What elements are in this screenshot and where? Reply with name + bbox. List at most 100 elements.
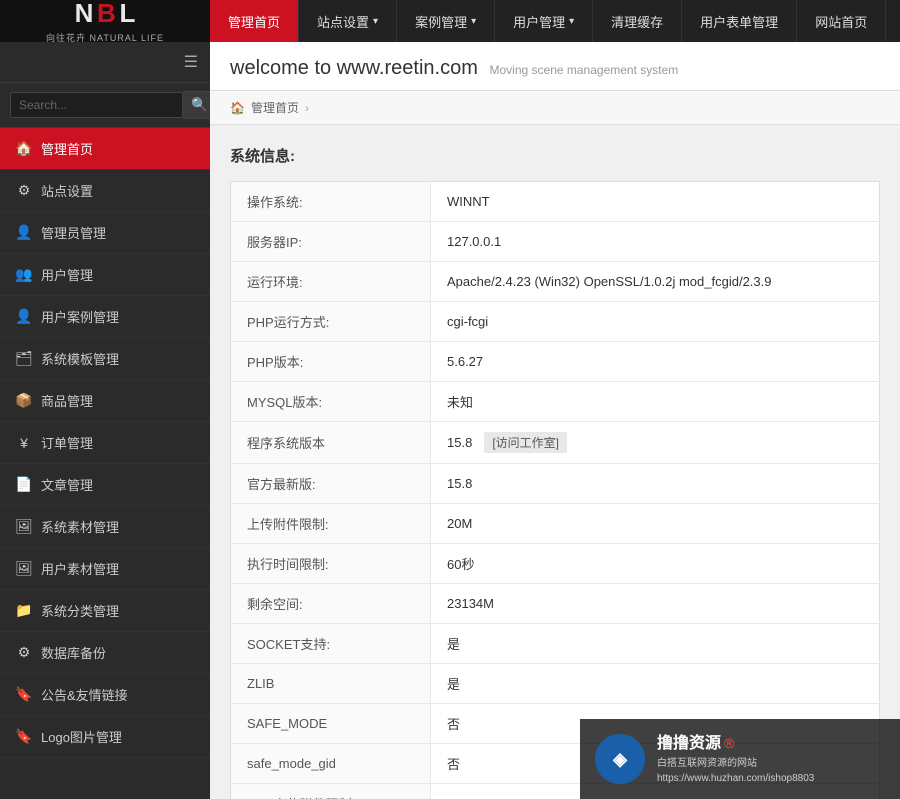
table-key-4: PHP版本: [231,342,431,382]
table-row: 操作系统:WINNT [231,182,880,222]
table-row: 服务器IP:127.0.0.1 [231,222,880,262]
table-value-3: cgi-fcgi [431,302,880,342]
watermark-title: 撸撸资源 [657,735,721,752]
table-key-11: SOCKET支持: [231,624,431,664]
table-value-4: 5.6.27 [431,342,880,382]
sidebar-icon-5: 🗂 [15,350,33,367]
table-key-1: 服务器IP: [231,222,431,262]
sidebar-item-14[interactable]: 🔖Logo图片管理 [0,716,210,758]
top-nav-items: 管理首页站点设置 ▾案例管理 ▾用户管理 ▾清理缓存用户表单管理网站首页 [210,0,900,42]
sidebar-label-14: Logo图片管理 [41,727,122,746]
sidebar-item-4[interactable]: 👤 用户案例管理 [0,296,210,338]
sidebar-item-8[interactable]: 📄文章管理 [0,464,210,506]
welcome-title: welcome to www.reetin.com [230,57,478,79]
sidebar-label-6: 商品管理 [41,391,93,410]
table-value-0: WINNT [431,182,880,222]
logo: N B L 向往花卉 NATURAL LIFE [0,0,210,42]
caret-icon: ▾ [569,16,574,27]
top-nav-item-网站首页[interactable]: 网站首页 [797,0,886,42]
visit-link-6[interactable]: [访问工作室] [484,432,567,453]
sidebar-item-9[interactable]: 🖼系统素材管理 [0,506,210,548]
caret-icon: ▾ [471,16,476,27]
sidebar-icon-3: 👥 [15,266,33,283]
welcome-subtitle: Moving scene management system [490,63,679,77]
top-navigation: N B L 向往花卉 NATURAL LIFE 管理首页站点设置 ▾案例管理 ▾… [0,0,900,42]
search-box: 🔍 [0,83,210,128]
sidebar-icon-4: 👤 [15,308,33,325]
table-key-9: 执行时间限制: [231,544,431,584]
sidebar-icon-8: 📄 [15,476,33,493]
sidebar: ☰ 🔍 🏠管理首页⚙站点设置👤管理员管理👥用户管理👤用户案例管理🗂系统模板管理📦… [0,42,210,799]
sidebar-item-12[interactable]: ⚙ 数据库备份 [0,632,210,674]
table-key-0: 操作系统: [231,182,431,222]
table-key-5: MYSQL版本: [231,382,431,422]
sidebar-item-10[interactable]: 🖼 用户素材管理 [0,548,210,590]
home-icon: 🏠 [230,101,245,115]
top-nav-item-站点设置[interactable]: 站点设置 ▾ [299,0,397,42]
table-key-12: ZLIB [231,664,431,704]
sidebar-item-6[interactable]: 📦商品管理 [0,380,210,422]
table-value-11: 是 [431,624,880,664]
top-nav-item-案例管理[interactable]: 案例管理 ▾ [397,0,495,42]
sidebar-label-13: 公告&友情链接 [41,685,128,704]
sidebar-label-12: 数据库备份 [41,643,106,662]
table-key-15: PHP上传附件限制 [231,784,431,799]
caret-icon: ▾ [373,16,378,27]
sidebar-item-2[interactable]: 👤 管理员管理 [0,212,210,254]
top-nav-item-清理缓存[interactable]: 清理缓存 [593,0,682,42]
breadcrumb-separator: › [305,101,309,115]
sidebar-icon-12: ⚙ [15,644,33,661]
sidebar-label-9: 系统素材管理 [41,517,119,536]
table-key-2: 运行环境: [231,262,431,302]
sidebar-icon-2: 👤 [15,224,33,241]
search-input[interactable] [10,92,183,118]
table-row: 剩余空间:23134M [231,584,880,624]
table-value-2: Apache/2.4.23 (Win32) OpenSSL/1.0.2j mod… [431,262,880,302]
watermark-reg: ® [724,735,734,751]
table-key-14: safe_mode_gid [231,744,431,784]
table-value-6: 15.8[访问工作室] [431,422,880,464]
sidebar-icon-7: ¥ [15,435,33,451]
sidebar-nav: 🏠管理首页⚙站点设置👤管理员管理👥用户管理👤用户案例管理🗂系统模板管理📦商品管理… [0,128,210,799]
table-value-7: 15.8 [431,464,880,504]
top-nav-item-管理首页[interactable]: 管理首页 [210,0,299,42]
table-value-8: 20M [431,504,880,544]
table-key-7: 官方最新版: [231,464,431,504]
table-row: 执行时间限制:60秒 [231,544,880,584]
sidebar-icon-0: 🏠 [15,140,33,157]
content-body: 系统信息: 操作系统:WINNT服务器IP:127.0.0.1运行环境:Apac… [210,125,900,799]
sidebar-icon-11: 📁 [15,602,33,619]
content-header: welcome to www.reetin.com Moving scene m… [210,42,900,91]
sidebar-item-0[interactable]: 🏠管理首页 [0,128,210,170]
sidebar-icon-10: 🖼 [15,560,33,577]
sidebar-item-1[interactable]: ⚙站点设置 [0,170,210,212]
sidebar-item-7[interactable]: ¥订单管理 [0,422,210,464]
content-area: welcome to www.reetin.com Moving scene m… [210,42,900,799]
watermark-text: 撸撸资源 ® 白搭互联网资源的网站 https://www.huzhan.com… [657,732,814,786]
table-row: SOCKET支持:是 [231,624,880,664]
table-key-3: PHP运行方式: [231,302,431,342]
table-row: 运行环境:Apache/2.4.23 (Win32) OpenSSL/1.0.2… [231,262,880,302]
sidebar-label-1: 站点设置 [41,181,93,200]
sidebar-icon-13: 🔖 [15,686,33,703]
sidebar-label-2: 管理员管理 [41,223,106,242]
top-nav-item-用户管理[interactable]: 用户管理 ▾ [495,0,593,42]
section-title: 系统信息: [230,145,880,166]
sidebar-item-13[interactable]: 🔖 公告&友情链接 [0,674,210,716]
sidebar-label-10: 用户素材管理 [41,559,119,578]
sidebar-label-4: 用户案例管理 [41,307,119,326]
sidebar-item-3[interactable]: 👥用户管理 [0,254,210,296]
watermark-logo: ◈ [595,734,645,784]
hamburger-icon[interactable]: ☰ [184,52,198,72]
table-key-8: 上传附件限制: [231,504,431,544]
table-value-9: 60秒 [431,544,880,584]
table-value-1: 127.0.0.1 [431,222,880,262]
search-button[interactable]: 🔍 [183,91,210,119]
table-row: 上传附件限制:20M [231,504,880,544]
table-row: PHP运行方式:cgi-fcgi [231,302,880,342]
table-row: 程序系统版本15.8[访问工作室] [231,422,880,464]
table-value-5: 未知 [431,382,880,422]
sidebar-item-11[interactable]: 📁系统分类管理 [0,590,210,632]
sidebar-item-5[interactable]: 🗂系统模板管理 [0,338,210,380]
top-nav-item-用户表单管理[interactable]: 用户表单管理 [682,0,797,42]
